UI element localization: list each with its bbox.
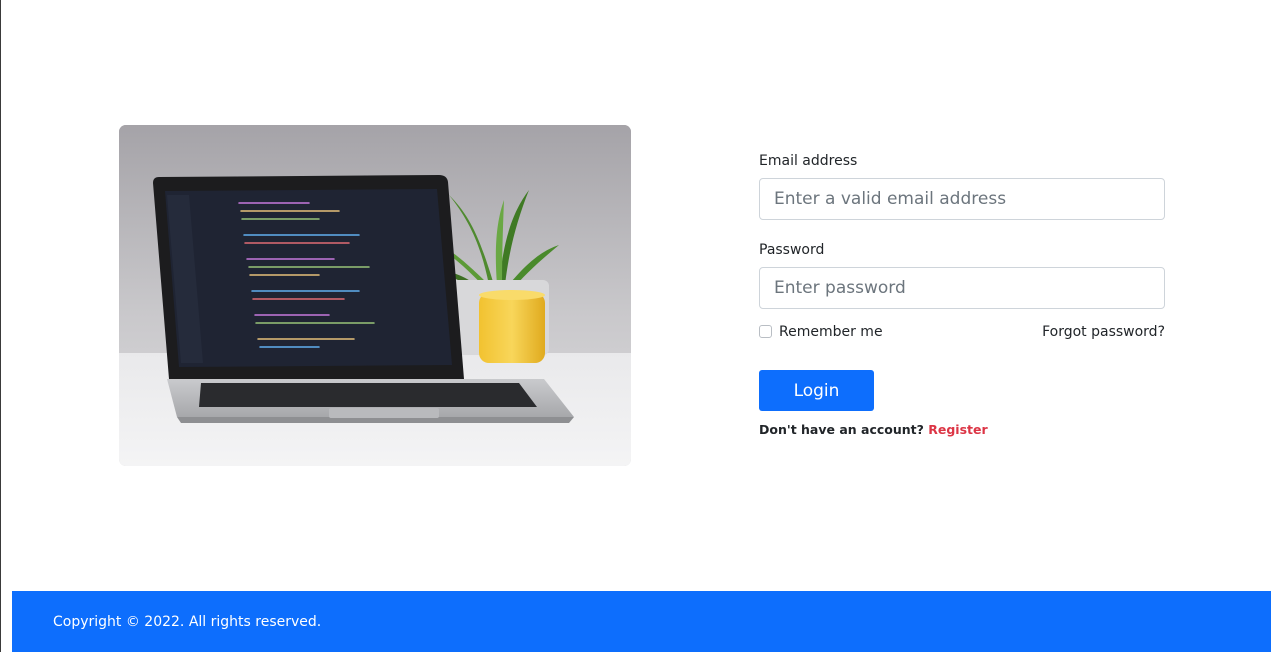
password-input[interactable] — [759, 267, 1165, 309]
login-page: Email address Password Remember me Forgo… — [0, 0, 1280, 652]
laptop-photo-illustration — [119, 125, 631, 466]
email-input[interactable] — [759, 178, 1165, 220]
remember-row: Remember me Forgot password? — [759, 321, 1165, 343]
hero-image — [119, 125, 631, 466]
email-label: Email address — [759, 153, 858, 169]
forgot-password-link[interactable]: Forgot password? — [1042, 321, 1165, 343]
register-prompt: Don't have an account? Register — [759, 420, 988, 440]
copyright-text: Copyright © 2022. All rights reserved. — [53, 614, 322, 630]
password-label: Password — [759, 242, 825, 258]
login-button[interactable]: Login — [759, 370, 874, 411]
remember-me-label[interactable]: Remember me — [779, 321, 883, 343]
yellow-cup — [479, 290, 545, 363]
register-link[interactable]: Register — [928, 422, 987, 437]
footer: Copyright © 2022. All rights reserved. — [12, 591, 1271, 652]
register-prompt-text: Don't have an account? — [759, 422, 929, 437]
remember-me-checkbox[interactable] — [759, 325, 772, 338]
